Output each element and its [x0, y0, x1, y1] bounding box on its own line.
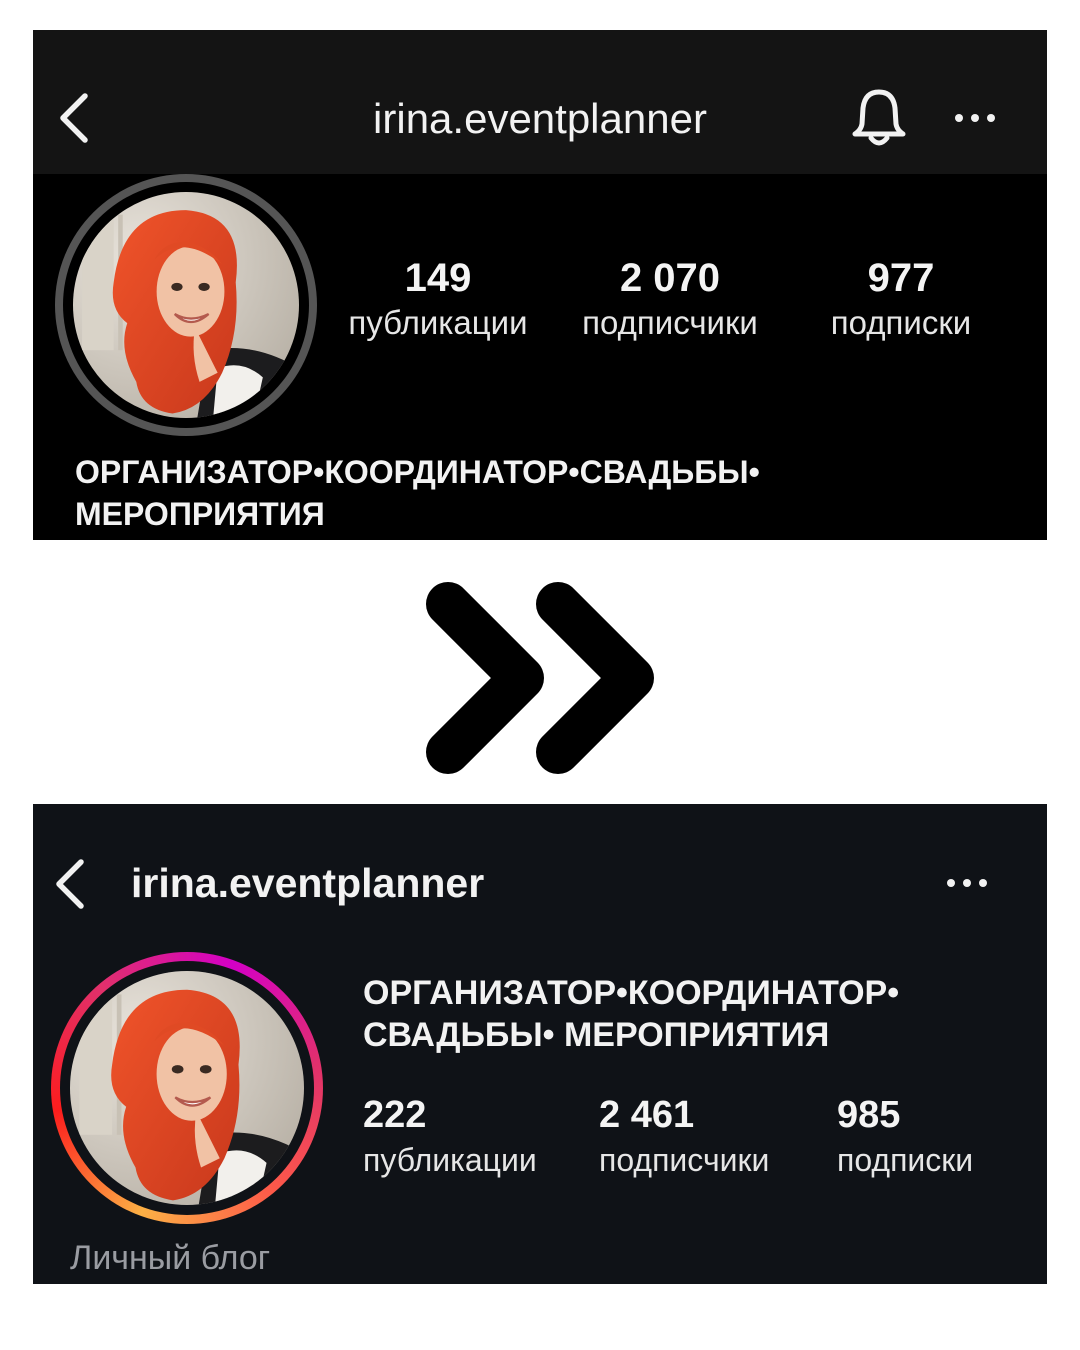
avatar-story-ring[interactable]	[51, 952, 323, 1224]
following-count: 985	[837, 1094, 901, 1136]
more-horizontal-icon[interactable]	[953, 110, 997, 126]
profile-before-panel: irina.eventplanner 149 публикации 2 070 …	[33, 30, 1047, 540]
bio-line: СВАДЬБЫ• МЕРОПРИЯТИЯ	[363, 1016, 830, 1054]
following-stat[interactable]: 985 подписки	[837, 1092, 1047, 1182]
profile-photo	[73, 192, 299, 418]
posts-count: 222	[363, 1094, 427, 1136]
bio-line: МЕРОПРИЯТИЯ	[75, 496, 325, 532]
followers-label: подписчики	[599, 1142, 770, 1178]
posts-label: публикации	[363, 1142, 537, 1178]
followers-label: подписчики	[582, 304, 758, 341]
double-chevron-right-icon	[426, 582, 654, 774]
posts-stat[interactable]: 149 публикации	[323, 254, 553, 344]
profile-bio: ОРГАНИЗАТОР•КООРДИНАТОР•СВАДЬБЫ• МЕРОПРИ…	[75, 451, 1015, 535]
followers-stat[interactable]: 2 070 подписчики	[555, 254, 785, 344]
avatar[interactable]	[55, 174, 317, 436]
following-label: подписки	[837, 1142, 974, 1178]
more-horizontal-icon[interactable]	[945, 875, 989, 891]
following-count: 977	[867, 256, 935, 300]
bio-line: ОРГАНИЗАТОР•КООРДИНАТОР•	[363, 974, 900, 1012]
profile-bio: ОРГАНИЗАТОР•КООРДИНАТОР• СВАДЬБЫ• МЕРОПР…	[363, 972, 1043, 1056]
profile-photo	[70, 971, 304, 1205]
posts-stat[interactable]: 222 публикации	[363, 1092, 593, 1182]
followers-count: 2 070	[619, 256, 721, 300]
chevron-left-icon[interactable]	[51, 858, 87, 910]
followers-stat[interactable]: 2 461 подписчики	[599, 1092, 829, 1182]
profile-category: Личный блог	[70, 1239, 271, 1277]
bell-icon[interactable]	[851, 86, 907, 150]
profile-after-panel: irina.eventplanner ОРГАНИЗАТОР•КООРДИНАТ…	[33, 804, 1047, 1284]
posts-label: публикации	[348, 304, 528, 341]
following-stat[interactable]: 977 подписки	[786, 254, 1016, 344]
posts-count: 149	[404, 256, 472, 300]
followers-count: 2 461	[599, 1094, 695, 1136]
username-title: irina.eventplanner	[131, 860, 485, 906]
following-label: подписки	[830, 304, 972, 341]
bio-line: ОРГАНИЗАТОР•КООРДИНАТОР•СВАДЬБЫ•	[75, 454, 760, 490]
